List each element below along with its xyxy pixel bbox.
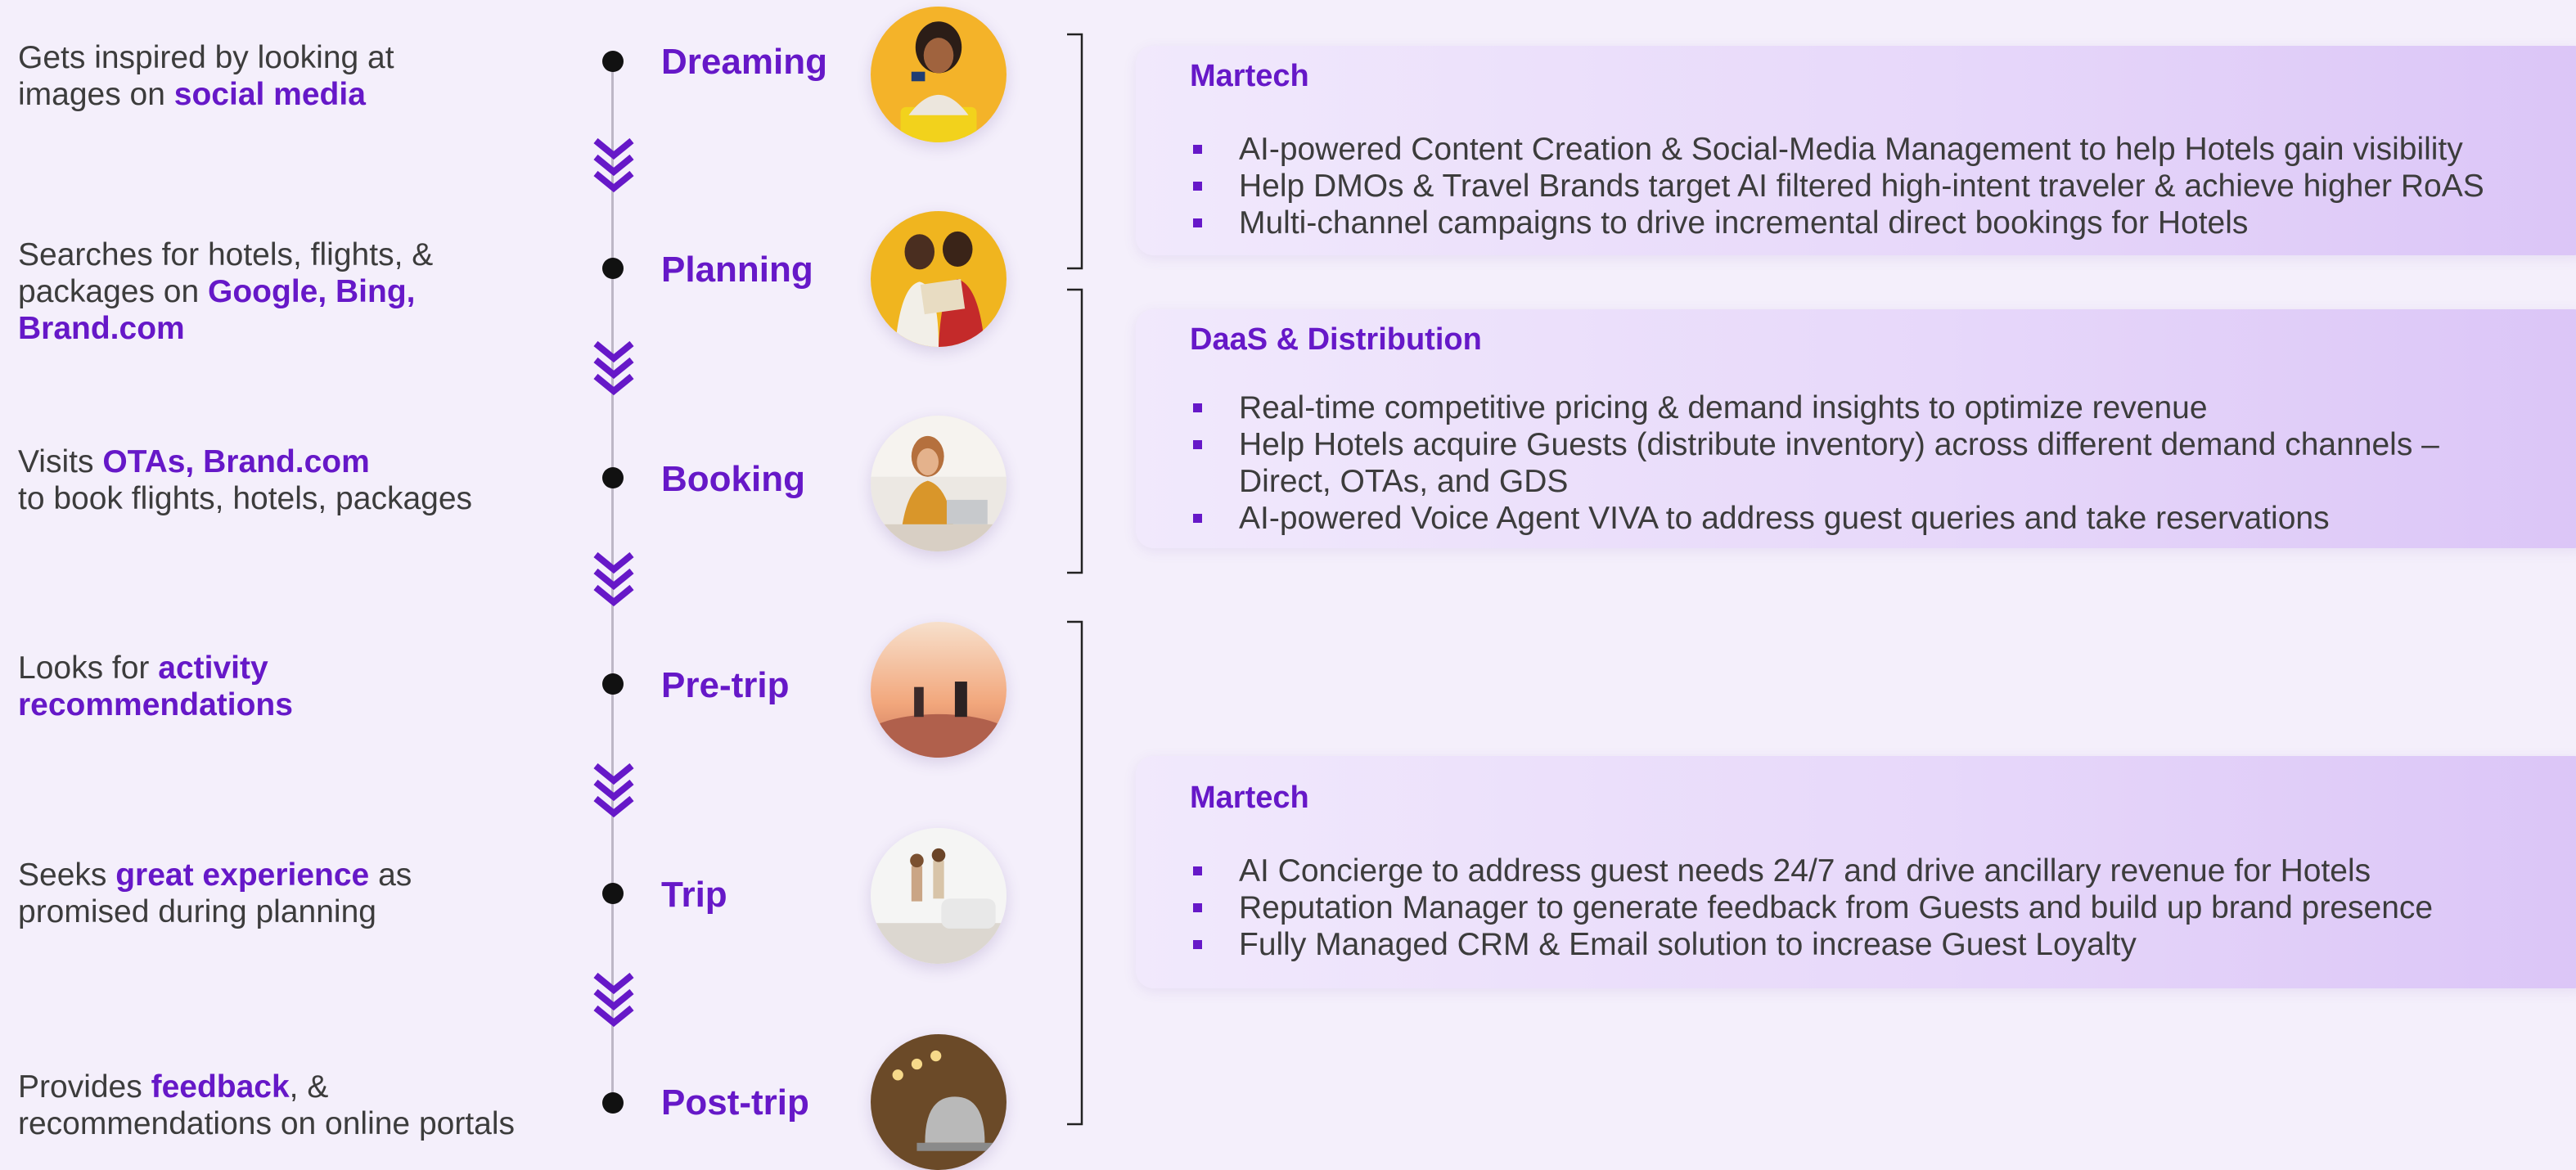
desc-highlight: recommendations [18,687,293,722]
list-item: Real-time competitive pricing & demand i… [1190,389,2450,426]
bullet-text: AI-powered Voice Agent VIVA to address g… [1239,501,2330,536]
sunset-travelers-photo [871,622,1007,758]
card-title: Martech [1190,59,1309,93]
timeline-dot [602,883,624,904]
bullet-square-icon [1193,403,1202,412]
card-title: DaaS & Distribution [1190,322,1482,357]
desc-text: Searches for hotels, flights, & [18,237,434,272]
bullet-text: Help Hotels acquire Guests (distribute i… [1239,427,2439,499]
list-item: AI-powered Content Creation & Social-Med… [1190,131,2576,168]
desc-text: Provides [18,1069,151,1105]
triple-chevron-down-icon [593,340,634,396]
jumping-friends-photo [871,828,1007,964]
desc-text: images on [18,77,174,112]
solution-card-martech-1: Martech AI-powered Content Creation & So… [1136,46,2576,255]
card-bullet-list: AI Concierge to address guest needs 24/7… [1190,853,2576,963]
stage-label-dreaming: Dreaming [661,42,827,82]
card-title: Martech [1190,781,1309,815]
desc-text: promised during planning [18,894,376,929]
card-bullet-list: Real-time competitive pricing & demand i… [1190,389,2450,537]
service-bell-photo [871,1034,1007,1170]
desc-highlight: social media [173,77,366,112]
desc-text: packages on [18,274,209,309]
desc-text: to book flights, hotels, packages [18,481,473,516]
desc-highlight: feedback [151,1069,290,1105]
timeline-dot [602,51,624,72]
bullet-square-icon [1193,218,1202,227]
bullet-text: AI Concierge to address guest needs 24/7… [1239,853,2371,889]
bullet-square-icon [1193,866,1202,875]
solution-card-daas-distribution: DaaS & Distribution Real-time competitiv… [1136,309,2576,548]
stage-description-dreaming: Gets inspired by looking at images on so… [18,39,591,113]
bullet-square-icon [1193,440,1202,449]
traveler-with-suitcase-photo [871,7,1007,142]
bullet-text: Multi-channel campaigns to drive increme… [1239,205,2249,241]
timeline-dot [602,467,624,488]
card-bullet-list: AI-powered Content Creation & Social-Med… [1190,131,2576,241]
woman-at-laptop-photo [871,416,1007,551]
solution-card-martech-2: Martech AI Concierge to address guest ne… [1136,756,2576,988]
desc-highlight: OTAs, Brand.com [102,444,370,479]
stage-label-booking: Booking [661,459,805,499]
bracket-group-2 [1067,288,1083,574]
list-item: AI-powered Voice Agent VIVA to address g… [1190,500,2450,537]
stage-description-post-trip: Provides feedback, & recommendations on … [18,1069,591,1142]
list-item: Help Hotels acquire Guests (distribute i… [1190,426,2450,500]
triple-chevron-down-icon [593,763,634,818]
timeline-dot [602,258,624,279]
bullet-square-icon [1193,940,1202,949]
desc-text: , & [289,1069,329,1105]
stage-description-booking: Visits OTAs, Brand.com to book flights, … [18,443,591,517]
bracket-group-3 [1067,620,1083,1126]
desc-text: Seeks [18,857,116,893]
stage-label-post-trip: Post-trip [661,1082,809,1123]
couple-with-map-photo [871,211,1007,347]
triple-chevron-down-icon [593,137,634,193]
bullet-text: Fully Managed CRM & Email solution to in… [1239,927,2137,962]
stage-label-trip: Trip [661,875,727,915]
list-item: AI Concierge to address guest needs 24/7… [1190,853,2576,889]
bullet-text: Reputation Manager to generate feedback … [1239,890,2434,925]
timeline-dot [602,1092,624,1114]
bullet-square-icon [1193,145,1202,154]
desc-text: Gets inspired by looking at [18,40,394,75]
desc-text: Looks for [18,650,159,686]
desc-highlight: activity [158,650,268,686]
stage-description-trip: Seeks great experience as promised durin… [18,857,591,930]
desc-highlight: great experience [115,857,370,893]
triple-chevron-down-icon [593,972,634,1028]
bullet-square-icon [1193,514,1202,523]
stage-description-pre-trip: Looks for activity recommendations [18,650,591,723]
stage-description-planning: Searches for hotels, flights, & packages… [18,236,591,347]
timeline-dot [602,673,624,695]
stage-label-pre-trip: Pre-trip [661,665,790,705]
desc-text: as [369,857,412,893]
bullet-square-icon [1193,182,1202,191]
list-item: Multi-channel campaigns to drive increme… [1190,205,2576,241]
stage-label-planning: Planning [661,250,813,290]
list-item: Reputation Manager to generate feedback … [1190,889,2576,926]
bullet-text: AI-powered Content Creation & Social-Med… [1239,132,2463,167]
bullet-text: Real-time competitive pricing & demand i… [1239,390,2208,425]
bullet-square-icon [1193,903,1202,912]
list-item: Help DMOs & Travel Brands target AI filt… [1190,168,2576,205]
bullet-text: Help DMOs & Travel Brands target AI filt… [1239,169,2484,204]
desc-text: recommendations on online portals [18,1106,516,1141]
bracket-group-1 [1067,33,1083,270]
desc-text: Visits [18,444,103,479]
triple-chevron-down-icon [593,551,634,607]
list-item: Fully Managed CRM & Email solution to in… [1190,926,2576,963]
